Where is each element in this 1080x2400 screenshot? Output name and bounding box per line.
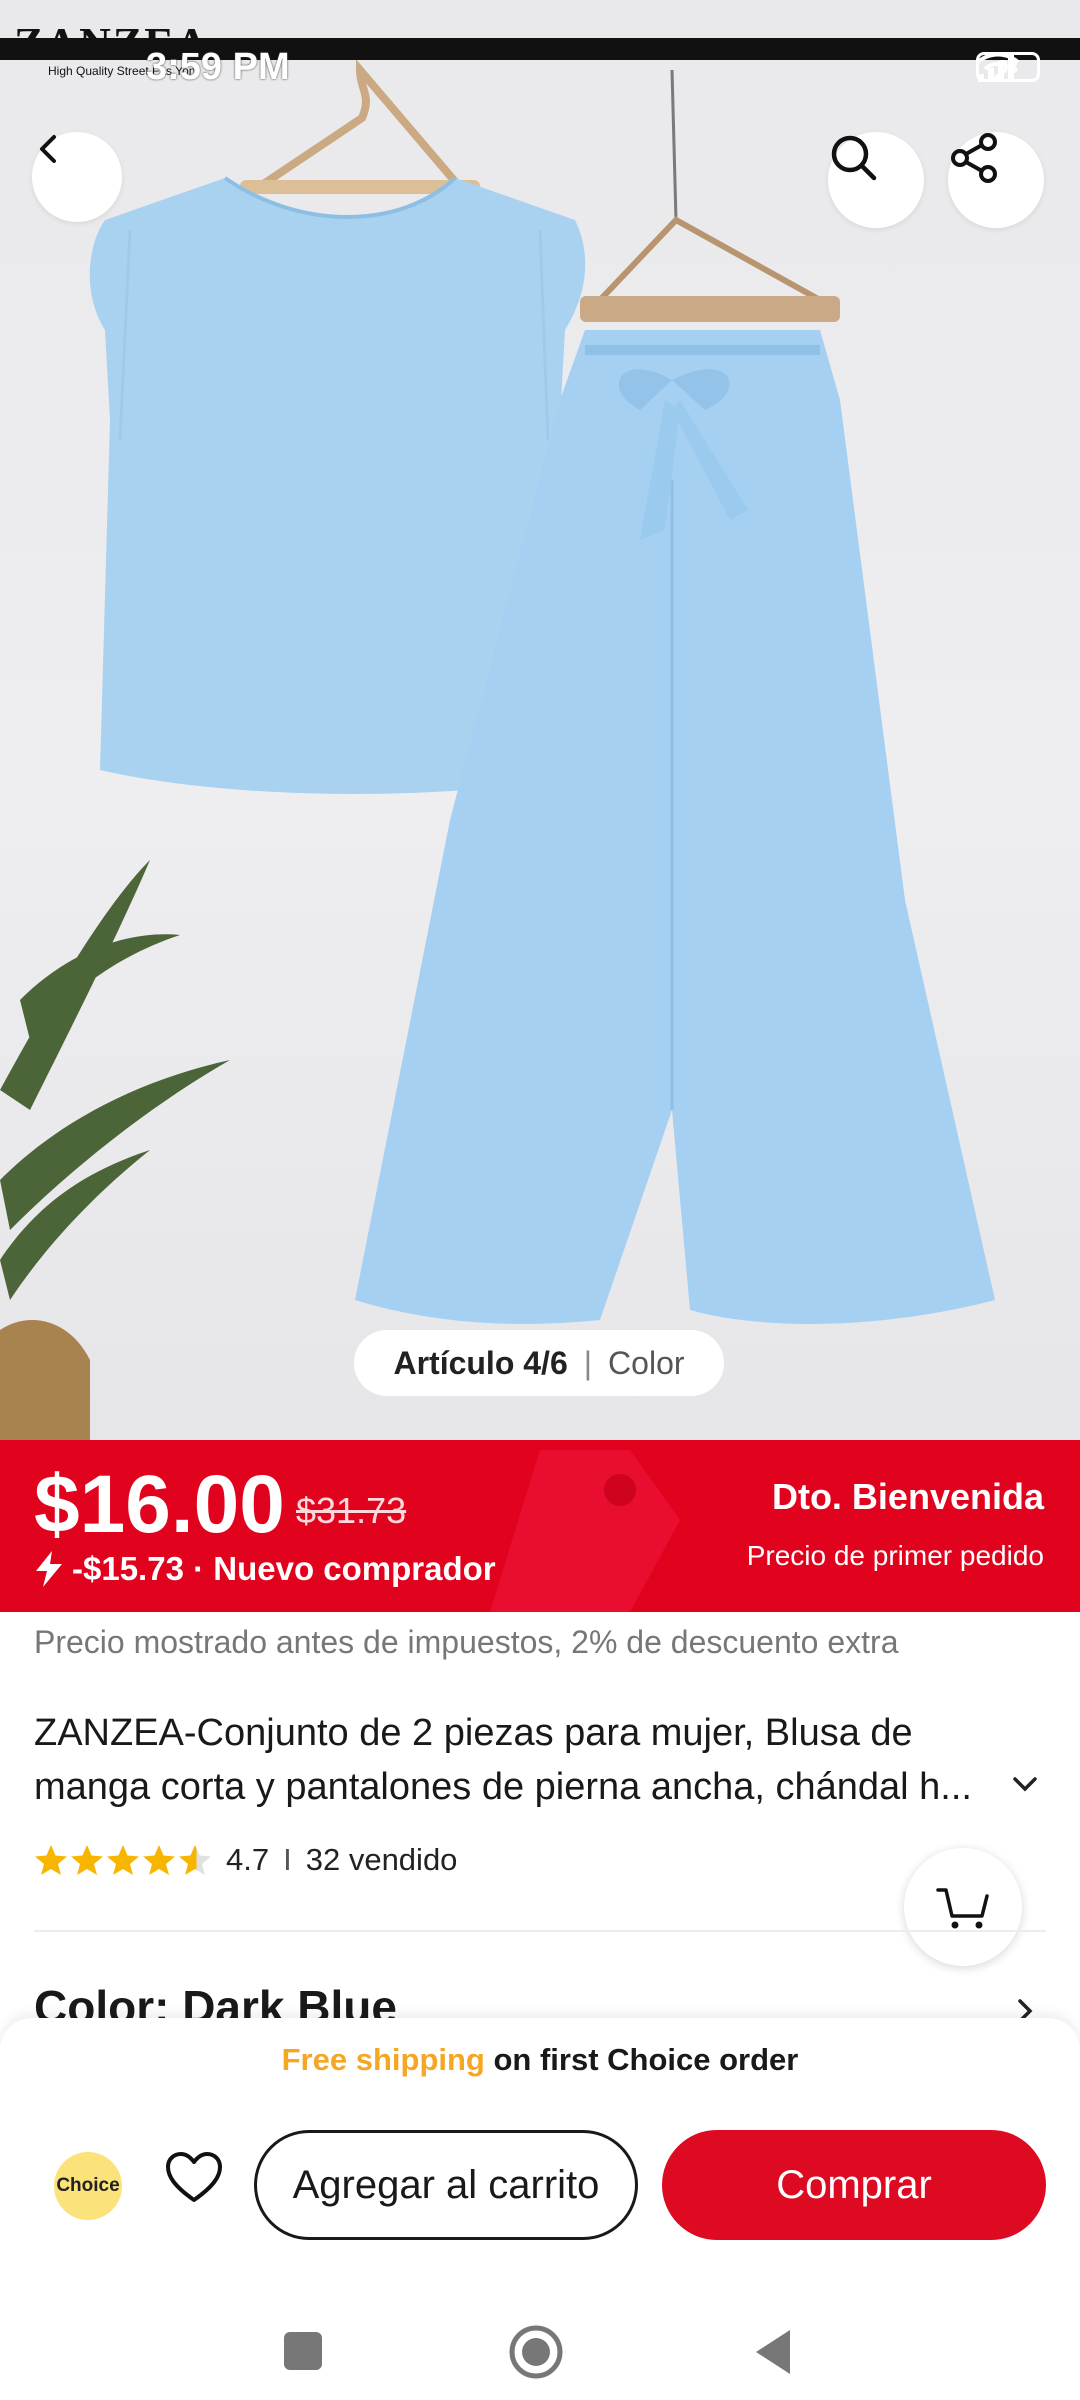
promo-title: Dto. Bienvenida <box>771 1476 1044 1517</box>
discount-text: -$15.73 · Nuevo comprador <box>72 1550 496 1587</box>
free-shipping-text: Free shipping <box>281 2042 485 2077</box>
rating-row[interactable]: 4.7 I 32 vendido <box>34 1842 457 1878</box>
choice-badge[interactable]: Choice <box>54 2152 122 2220</box>
rating-separator: I <box>283 1842 292 1877</box>
shipping-promo: Free shipping on first Choice order <box>0 2042 1080 2078</box>
chevron-down-icon[interactable] <box>1010 1774 1040 1794</box>
image-counter-text: Artículo 4/6 <box>393 1344 568 1381</box>
nav-recents-icon[interactable] <box>282 2330 324 2372</box>
back-icon <box>40 135 56 163</box>
half-star-icon <box>179 1845 211 1875</box>
product-title[interactable]: ZANZEA-Conjunto de 2 piezas para mujer, … <box>34 1706 1024 1814</box>
product-photo <box>0 59 995 1440</box>
price-banner: $16.00 $31.73 -$15.73 · Nuevo comprador … <box>0 1440 1080 1612</box>
section-divider <box>34 1930 1046 1932</box>
nav-back-icon[interactable] <box>752 2328 794 2376</box>
star-icon <box>35 1845 67 1875</box>
original-price: $31.73 <box>296 1490 407 1531</box>
tag-decoration-icon <box>490 1450 680 1612</box>
share-button[interactable] <box>948 132 1044 228</box>
cart-icon <box>936 1888 989 1929</box>
status-bar: ZANZEA High Quality Street Fas Yon 3:59 … <box>0 0 1080 140</box>
wifi-icon <box>976 52 1020 82</box>
sold-count: 32 vendido <box>305 1842 458 1877</box>
wishlist-button[interactable] <box>164 2150 224 2211</box>
promo-subtitle: Precio de primer pedido <box>746 1540 1044 1571</box>
system-nav-bar <box>0 2290 1080 2400</box>
heart-icon <box>166 2152 222 2202</box>
bottom-action-bar: Free shipping on first Choice order Choi… <box>0 2018 1080 2400</box>
star-icon <box>71 1845 103 1875</box>
shipping-condition-text: on first Choice order <box>484 2042 799 2077</box>
search-icon <box>831 135 877 181</box>
star-icon <box>107 1845 139 1875</box>
buy-now-button[interactable]: Comprar <box>662 2130 1046 2240</box>
add-to-cart-button[interactable]: Agregar al carrito <box>254 2130 638 2240</box>
image-counter[interactable]: Artículo 4/6 | Color <box>354 1330 724 1396</box>
nav-home-icon[interactable] <box>508 2324 564 2380</box>
star-icon <box>143 1845 175 1875</box>
tax-note: Precio mostrado antes de impuestos, 2% d… <box>34 1624 899 1660</box>
lightning-icon <box>36 1551 62 1587</box>
image-counter-separator: | <box>583 1344 593 1381</box>
product-image-gallery[interactable]: ZANZEA High Quality Street Fas Yon 3:59 … <box>0 0 1080 1440</box>
color-gallery-link[interactable]: Color <box>608 1345 684 1382</box>
cart-button[interactable] <box>904 1848 1022 1966</box>
share-icon <box>951 133 997 183</box>
current-price: $16.00 <box>34 1459 285 1550</box>
discount-info: -$15.73 · Nuevo comprador <box>34 1550 496 1588</box>
status-time: 3:59 PM <box>146 46 290 88</box>
star-rating <box>34 1844 212 1876</box>
back-button[interactable] <box>32 132 122 222</box>
system-icons: 33 <box>976 52 1040 82</box>
rating-value: 4.7 <box>226 1842 270 1877</box>
search-button[interactable] <box>828 132 924 228</box>
